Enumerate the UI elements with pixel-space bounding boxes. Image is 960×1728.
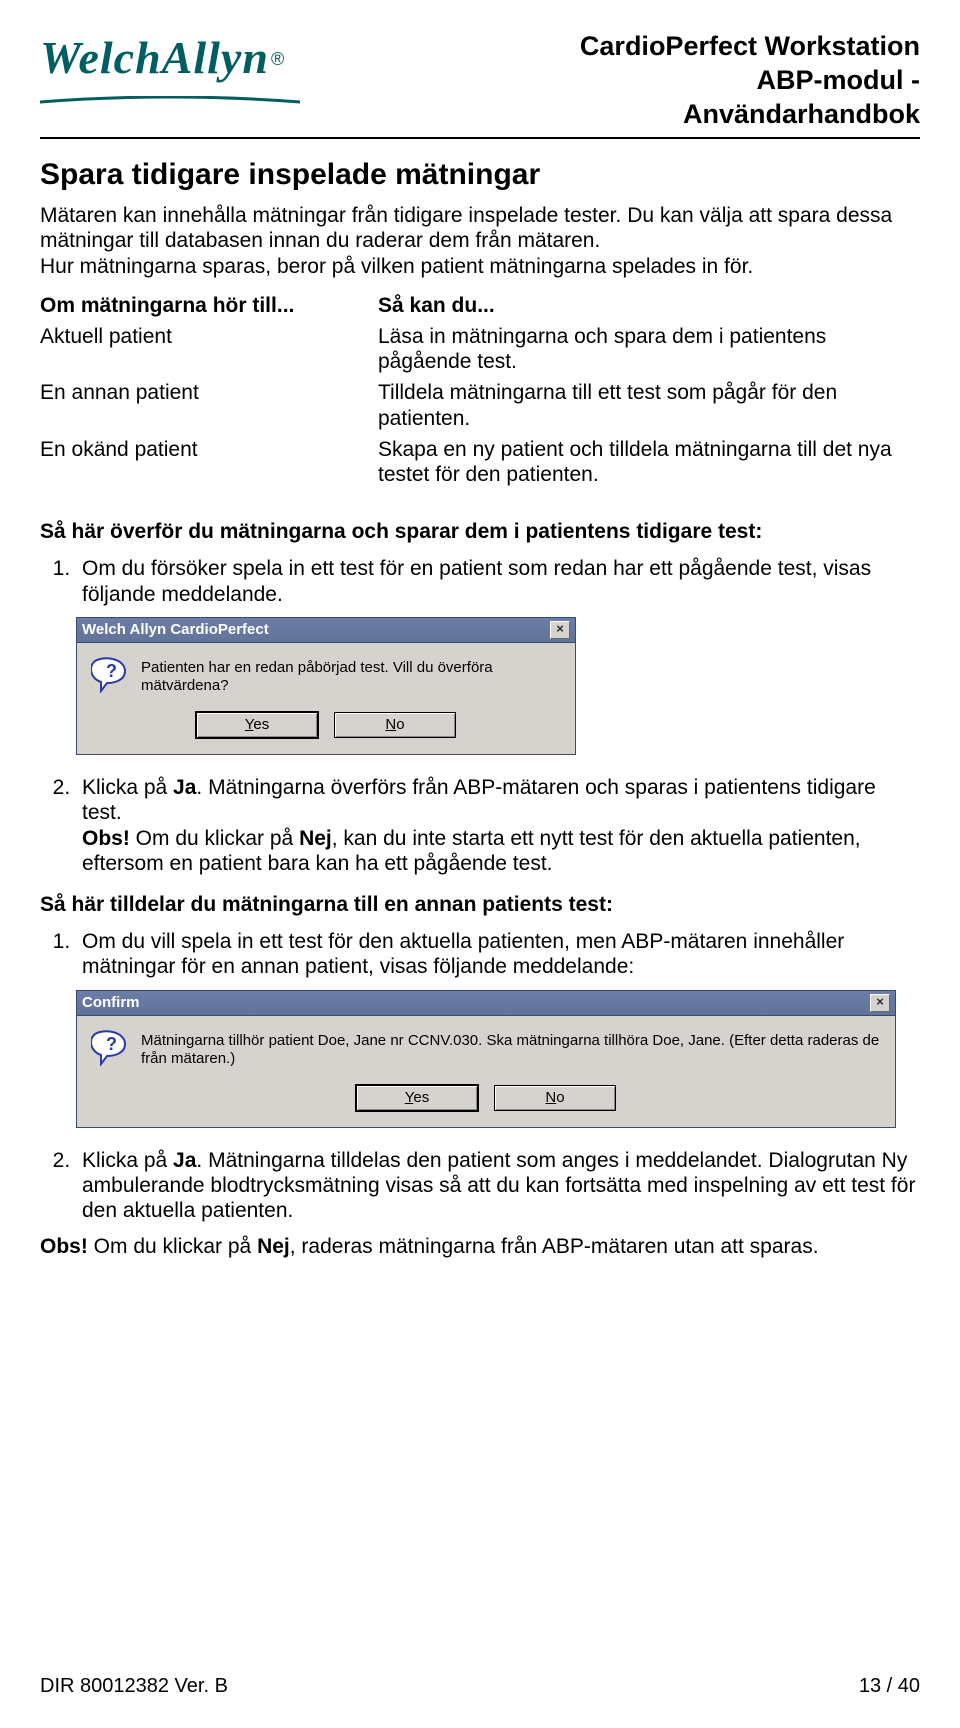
page-heading: Spara tidigare inspelade mätningar xyxy=(40,157,920,193)
options-table: Om mätningarna hör till... Så kan du... … xyxy=(40,293,920,493)
svg-text:?: ? xyxy=(106,1034,117,1054)
dialog-message: Patienten har en redan påbörjad test. Vi… xyxy=(141,657,561,697)
dialog-cardioperfect: Welch Allyn CardioPerfect × ? Patienten … xyxy=(76,617,576,756)
page-header: WelchAllyn® CardioPerfect Workstation AB… xyxy=(40,30,920,139)
dialog-confirm: Confirm × ? Mätningarna tillhör patient … xyxy=(76,990,896,1129)
list-item: Klicka på Ja. Mätningarna överförs från … xyxy=(76,775,920,876)
svg-text:?: ? xyxy=(106,661,117,681)
dialog-titlebar: Confirm × xyxy=(76,990,896,1015)
list-item: Om du försöker spela in ett test för en … xyxy=(76,556,920,606)
table-cell: En okänd patient xyxy=(40,437,378,493)
close-icon[interactable]: × xyxy=(550,621,570,639)
question-icon: ? xyxy=(91,657,127,693)
dialog-titlebar: Welch Allyn CardioPerfect × xyxy=(76,617,576,642)
obs-paragraph: Obs! Om du klickar på Nej, raderas mätni… xyxy=(40,1234,920,1259)
question-icon: ? xyxy=(91,1030,127,1066)
dialog-body: ? Mätningarna tillhör patient Doe, Jane … xyxy=(76,1015,896,1129)
section2-steps-cont: Klicka på Ja. Mätningarna tilldelas den … xyxy=(40,1148,920,1224)
table-cell: Läsa in mätningarna och spara dem i pati… xyxy=(378,324,920,380)
table-cell: Aktuell patient xyxy=(40,324,378,380)
section1-steps: Om du försöker spela in ett test för en … xyxy=(40,556,920,606)
logo-swoosh-icon xyxy=(40,96,300,104)
yes-button[interactable]: Yes xyxy=(196,712,318,738)
dialog-message: Mätningarna tillhör patient Doe, Jane nr… xyxy=(141,1030,881,1070)
section1-heading: Så här överför du mätningarna och sparar… xyxy=(40,519,920,544)
list-item: Klicka på Ja. Mätningarna tilldelas den … xyxy=(76,1148,920,1224)
footer-dir: DIR 80012382 Ver. B xyxy=(40,1674,228,1698)
no-button[interactable]: No xyxy=(334,712,456,738)
list-item: Om du vill spela in ett test för den akt… xyxy=(76,929,920,979)
dialog-title-text: Welch Allyn CardioPerfect xyxy=(82,621,269,639)
dialog-title-text: Confirm xyxy=(82,994,140,1012)
page-footer: DIR 80012382 Ver. B 13 / 40 xyxy=(40,1674,920,1698)
footer-page: 13 / 40 xyxy=(859,1674,920,1698)
table-header-left: Om mätningarna hör till... xyxy=(40,293,378,324)
registered-icon: ® xyxy=(271,49,284,69)
logo-text: WelchAllyn xyxy=(40,32,269,83)
doc-title-line1: CardioPerfect Workstation xyxy=(529,30,920,64)
section1-steps-cont: Klicka på Ja. Mätningarna överförs från … xyxy=(40,775,920,876)
section2-heading: Så här tilldelar du mätningarna till en … xyxy=(40,892,920,917)
dialog-body: ? Patienten har en redan påbörjad test. … xyxy=(76,642,576,756)
section2-steps: Om du vill spela in ett test för den akt… xyxy=(40,929,920,979)
doc-title-line2: ABP-modul - Användarhandbok xyxy=(529,64,920,132)
table-header-right: Så kan du... xyxy=(378,293,920,324)
intro-paragraph: Mätaren kan innehålla mätningar från tid… xyxy=(40,203,920,279)
table-cell: Skapa en ny patient och tilldela mätning… xyxy=(378,437,920,493)
table-cell: En annan patient xyxy=(40,380,378,436)
brand-logo: WelchAllyn® xyxy=(40,30,529,110)
yes-button[interactable]: Yes xyxy=(356,1085,478,1111)
doc-title: CardioPerfect Workstation ABP-modul - An… xyxy=(529,30,920,131)
no-button[interactable]: No xyxy=(494,1085,616,1111)
close-icon[interactable]: × xyxy=(870,994,890,1012)
table-cell: Tilldela mätningarna till ett test som p… xyxy=(378,380,920,436)
